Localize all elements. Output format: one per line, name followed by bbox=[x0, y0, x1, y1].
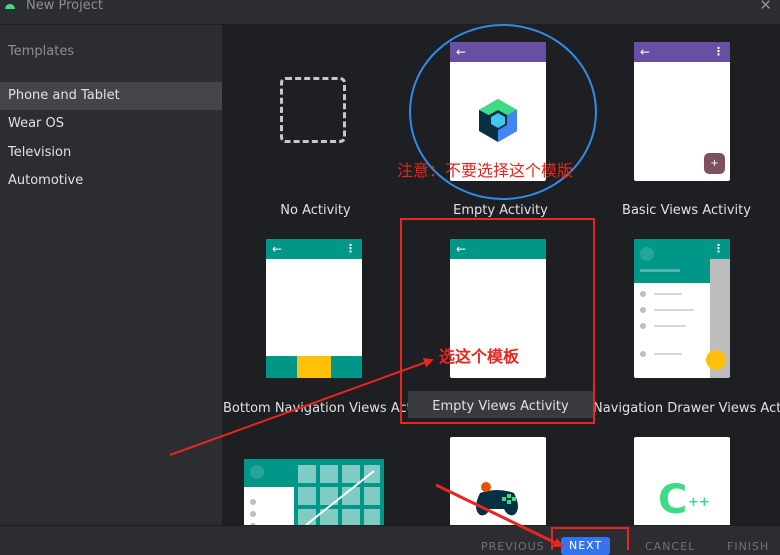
choose-annotation-text: 选这个模板 bbox=[439, 347, 520, 366]
android-icon bbox=[5, 4, 15, 9]
phone-preview bbox=[244, 459, 384, 525]
template-native-cpp[interactable]: C ++ bbox=[593, 425, 780, 525]
cancel-button[interactable]: CANCEL bbox=[645, 540, 695, 553]
warning-annotation-text: 注意：不要选择这个模版 bbox=[397, 161, 574, 180]
drawer-item-bullet bbox=[640, 291, 646, 297]
next-box-annotation bbox=[551, 527, 629, 550]
list-pane bbox=[244, 459, 294, 525]
list-bullet bbox=[250, 499, 256, 505]
template-label: Bottom Navigation Views Acti… bbox=[223, 401, 429, 416]
drawer-header bbox=[634, 239, 710, 283]
phone-preview bbox=[450, 437, 546, 525]
sidebar-item-automotive[interactable]: Automotive bbox=[0, 167, 222, 195]
dialog-button-bar: PREVIOUS NEXT CANCEL FINISH bbox=[0, 525, 780, 555]
list-bullet bbox=[250, 511, 256, 517]
dashed-placeholder-icon bbox=[280, 77, 346, 143]
sidebar-item-television[interactable]: Television bbox=[0, 139, 222, 167]
template-no-activity[interactable]: No Activity bbox=[223, 25, 408, 225]
cpp-logo-icon: C bbox=[658, 477, 688, 523]
template-navigation-drawer-views-activity[interactable]: ⋮ Navigation Drawer Views Acti… bbox=[593, 225, 780, 425]
template-tabbed-views-activity[interactable] bbox=[223, 425, 408, 525]
phone-preview: ← ⋮ + bbox=[634, 42, 730, 181]
overflow-menu-icon: ⋮ bbox=[713, 242, 724, 255]
templates-heading: Templates bbox=[8, 44, 75, 59]
template-game-activity[interactable] bbox=[408, 425, 593, 525]
fab-icon bbox=[706, 350, 726, 370]
overflow-menu-icon: ⋮ bbox=[345, 242, 356, 255]
app-bar: ← ⋮ bbox=[634, 42, 730, 62]
template-label: Basic Views Activity bbox=[622, 203, 751, 218]
sidebar-item-phone-and-tablet[interactable]: Phone and Tablet bbox=[0, 82, 222, 110]
sidebar-item-label: Television bbox=[8, 145, 72, 160]
template-bottom-navigation-views-activity[interactable]: ← ⋮ Bottom Navigation Views Acti… bbox=[223, 225, 429, 425]
list-pane-header bbox=[244, 459, 294, 487]
template-label: Navigation Drawer Views Acti… bbox=[593, 401, 780, 416]
selection-box-annotation bbox=[400, 218, 595, 424]
title-bar: New Project ✕ bbox=[0, 0, 780, 25]
close-icon[interactable]: ✕ bbox=[759, 0, 772, 14]
drawer-item-line bbox=[654, 325, 686, 327]
drawer-item-bullet bbox=[640, 323, 646, 329]
drawer-item-bullet bbox=[640, 351, 646, 357]
navigation-drawer bbox=[634, 239, 710, 378]
templates-sidebar: Templates Phone and Tablet Wear OS Telev… bbox=[0, 25, 223, 525]
previous-button[interactable]: PREVIOUS bbox=[481, 540, 545, 553]
phone-preview: ⋮ bbox=[634, 239, 730, 378]
cpp-plus-icon: ++ bbox=[688, 495, 710, 510]
back-arrow-icon: ← bbox=[272, 242, 283, 256]
sidebar-item-label: Phone and Tablet bbox=[8, 88, 120, 103]
template-label: Empty Activity bbox=[453, 203, 548, 218]
app-bar: ← ⋮ bbox=[266, 239, 362, 259]
gamepad-icon bbox=[476, 482, 518, 516]
template-label: No Activity bbox=[280, 203, 351, 218]
drawer-header-line bbox=[640, 269, 680, 272]
bottom-navigation-bar bbox=[266, 356, 362, 378]
back-arrow-icon: ← bbox=[640, 45, 651, 59]
drawer-item-line bbox=[654, 353, 682, 355]
overflow-menu-icon: ⋮ bbox=[713, 45, 724, 58]
drawer-item-line bbox=[654, 309, 694, 311]
drawer-item-bullet bbox=[640, 307, 646, 313]
fab-plus-icon: + bbox=[704, 153, 725, 174]
sidebar-item-wear-os[interactable]: Wear OS bbox=[0, 110, 222, 138]
bottom-nav-selected-item bbox=[297, 356, 331, 378]
avatar bbox=[250, 465, 264, 479]
finish-button[interactable]: FINISH bbox=[727, 540, 769, 553]
sidebar-item-label: Automotive bbox=[8, 173, 84, 188]
avatar bbox=[640, 247, 654, 261]
phone-preview: ← ⋮ bbox=[266, 239, 362, 378]
drawer-item-line bbox=[654, 293, 682, 295]
phone-preview: C ++ bbox=[634, 437, 730, 525]
grid-chart-icon bbox=[298, 465, 380, 525]
window-title: New Project bbox=[26, 0, 103, 13]
sidebar-item-label: Wear OS bbox=[8, 116, 65, 131]
template-basic-views-activity[interactable]: ← ⋮ + Basic Views Activity bbox=[593, 25, 780, 225]
